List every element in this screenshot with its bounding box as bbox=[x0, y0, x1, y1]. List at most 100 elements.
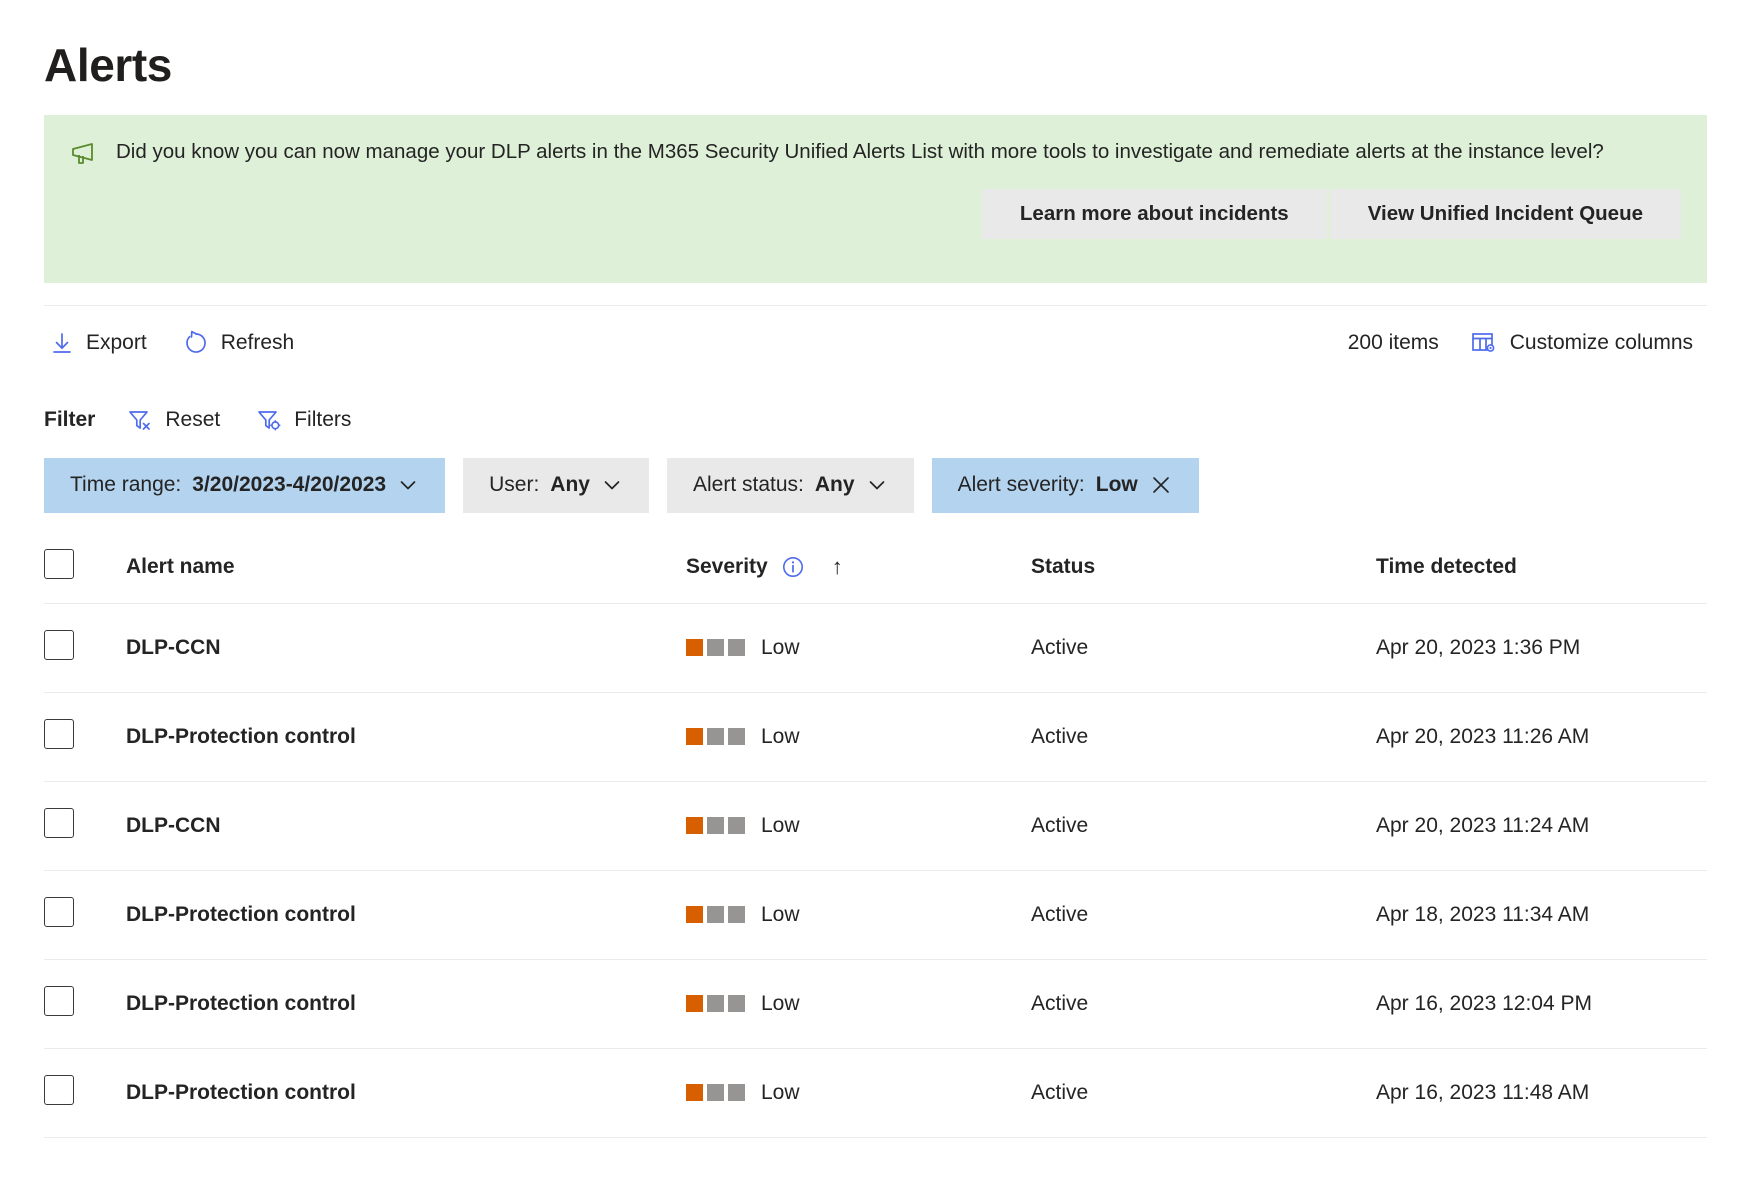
item-count: 200 items bbox=[1347, 330, 1439, 354]
megaphone-icon bbox=[70, 141, 100, 167]
row-checkbox[interactable] bbox=[44, 718, 74, 749]
filter-pill-alert-severity[interactable]: Alert severity: Low bbox=[931, 457, 1199, 513]
filter-pill-user[interactable]: User: Any bbox=[463, 457, 649, 513]
pill-value: Low bbox=[1095, 473, 1138, 497]
cell-alert-name: DLP-CCN bbox=[126, 603, 686, 693]
filters-button[interactable]: Filters bbox=[250, 402, 365, 438]
row-checkbox[interactable] bbox=[44, 985, 74, 1016]
severity-indicator bbox=[686, 1084, 745, 1102]
banner-content: Did you know you can now manage your DLP… bbox=[70, 137, 1681, 167]
alerts-table-body: DLP-CCN Low Active Apr 20, 2023 1:36 PM … bbox=[44, 603, 1707, 1138]
banner-actions: Learn more about incidents View Unified … bbox=[70, 188, 1681, 240]
row-select-cell bbox=[44, 692, 126, 782]
pill-value: Any bbox=[814, 473, 855, 497]
column-header-status[interactable]: Status bbox=[1031, 534, 1376, 604]
banner-message: Did you know you can now manage your DLP… bbox=[116, 139, 1604, 163]
alerts-page: Alerts Did you know you can now manage y… bbox=[0, 0, 1751, 1138]
alerts-table-head: Alert name Severity ↑ Status Time detect… bbox=[44, 534, 1707, 604]
chevron-down-icon bbox=[601, 474, 623, 496]
cell-alert-name: DLP-Protection control bbox=[126, 959, 686, 1049]
reset-filters-button[interactable]: Reset bbox=[121, 402, 234, 438]
cell-severity: Low bbox=[686, 781, 1031, 871]
table-row[interactable]: DLP-Protection control Low Active Apr 18… bbox=[44, 870, 1707, 960]
command-bar-right: 200 items Customize columns bbox=[1348, 325, 1707, 361]
export-label: Export bbox=[86, 330, 147, 354]
cell-alert-name: DLP-Protection control bbox=[126, 1048, 686, 1138]
refresh-label: Refresh bbox=[220, 330, 295, 354]
command-bar-left: Export Refresh bbox=[44, 324, 324, 362]
filter-pill-alert-status[interactable]: Alert status: Any bbox=[666, 457, 914, 513]
command-bar: Export Refresh 200 items Customize colum… bbox=[44, 306, 1707, 380]
severity-indicator bbox=[686, 817, 745, 835]
column-header-severity[interactable]: Severity ↑ bbox=[686, 534, 1031, 604]
cell-severity: Low bbox=[686, 1048, 1031, 1138]
filter-bar: Filter Reset Filters bbox=[44, 380, 1707, 450]
severity-label: Low bbox=[761, 1080, 800, 1104]
refresh-icon bbox=[183, 330, 209, 356]
filter-pill-time-range[interactable]: Time range: 3/20/2023-4/20/2023 bbox=[44, 457, 446, 513]
cell-alert-name: DLP-Protection control bbox=[126, 692, 686, 782]
table-row[interactable]: DLP-CCN Low Active Apr 20, 2023 11:24 AM bbox=[44, 781, 1707, 871]
severity-indicator bbox=[686, 995, 745, 1013]
row-checkbox[interactable] bbox=[44, 807, 74, 838]
select-all-checkbox[interactable] bbox=[44, 548, 74, 579]
row-select-cell bbox=[44, 959, 126, 1049]
chevron-down-icon bbox=[866, 474, 888, 496]
info-icon[interactable] bbox=[781, 555, 805, 579]
table-row[interactable]: DLP-Protection control Low Active Apr 20… bbox=[44, 692, 1707, 782]
row-select-cell bbox=[44, 781, 126, 871]
table-columns-gear-icon bbox=[1471, 331, 1498, 355]
cell-time-detected: Apr 18, 2023 11:34 AM bbox=[1376, 870, 1707, 960]
pill-key: Alert status: bbox=[692, 473, 804, 497]
page-title: Alerts bbox=[44, 39, 172, 91]
row-checkbox[interactable] bbox=[44, 629, 74, 660]
cell-time-detected: Apr 16, 2023 11:48 AM bbox=[1376, 1048, 1707, 1138]
column-header-alert-name[interactable]: Alert name bbox=[126, 534, 686, 604]
column-header-time-detected[interactable]: Time detected bbox=[1376, 534, 1707, 604]
cell-alert-name: DLP-CCN bbox=[126, 781, 686, 871]
severity-indicator bbox=[686, 639, 745, 657]
export-button[interactable]: Export bbox=[44, 325, 161, 361]
close-icon[interactable] bbox=[1149, 473, 1173, 497]
info-banner: Did you know you can now manage your DLP… bbox=[44, 114, 1707, 283]
row-checkbox[interactable] bbox=[44, 1074, 74, 1105]
filters-label: Filters bbox=[294, 407, 352, 431]
refresh-button[interactable]: Refresh bbox=[177, 324, 309, 362]
table-header-row: Alert name Severity ↑ Status Time detect… bbox=[44, 534, 1707, 604]
table-row[interactable]: DLP-CCN Low Active Apr 20, 2023 1:36 PM bbox=[44, 603, 1707, 693]
cell-severity: Low bbox=[686, 692, 1031, 782]
row-checkbox[interactable] bbox=[44, 896, 74, 927]
cell-status: Active bbox=[1031, 870, 1376, 960]
row-select-cell bbox=[44, 870, 126, 960]
severity-label: Low bbox=[761, 991, 800, 1015]
select-all-header bbox=[44, 534, 126, 604]
customize-columns-button[interactable]: Customize columns bbox=[1465, 325, 1707, 361]
table-row[interactable]: DLP-Protection control Low Active Apr 16… bbox=[44, 959, 1707, 1049]
cell-time-detected: Apr 16, 2023 12:04 PM bbox=[1376, 959, 1707, 1049]
cell-status: Active bbox=[1031, 959, 1376, 1049]
severity-label: Low bbox=[761, 724, 800, 748]
pill-key: Alert severity: bbox=[957, 473, 1085, 497]
filter-label: Filter bbox=[44, 407, 96, 431]
reset-label: Reset bbox=[165, 407, 221, 431]
view-unified-incident-queue-button[interactable]: View Unified Incident Queue bbox=[1329, 188, 1681, 240]
severity-label: Low bbox=[761, 902, 800, 926]
cell-alert-name: DLP-Protection control bbox=[126, 870, 686, 960]
cell-status: Active bbox=[1031, 603, 1376, 693]
row-select-cell bbox=[44, 603, 126, 693]
cell-time-detected: Apr 20, 2023 11:26 AM bbox=[1376, 692, 1707, 782]
severity-indicator bbox=[686, 906, 745, 924]
filter-pills: Time range: 3/20/2023-4/20/2023 User: An… bbox=[44, 450, 1707, 535]
cell-severity: Low bbox=[686, 959, 1031, 1049]
cell-time-detected: Apr 20, 2023 1:36 PM bbox=[1376, 603, 1707, 693]
pill-key: Time range: bbox=[70, 473, 182, 497]
sort-ascending-icon[interactable]: ↑ bbox=[832, 554, 843, 580]
table-row[interactable]: DLP-Protection control Low Active Apr 16… bbox=[44, 1048, 1707, 1138]
pill-key: User: bbox=[489, 473, 540, 497]
row-select-cell bbox=[44, 1048, 126, 1138]
severity-indicator bbox=[686, 728, 745, 746]
cell-time-detected: Apr 20, 2023 11:24 AM bbox=[1376, 781, 1707, 871]
column-header-severity-label: Severity bbox=[686, 554, 768, 578]
cell-status: Active bbox=[1031, 1048, 1376, 1138]
learn-more-about-incidents-button[interactable]: Learn more about incidents bbox=[981, 188, 1327, 240]
